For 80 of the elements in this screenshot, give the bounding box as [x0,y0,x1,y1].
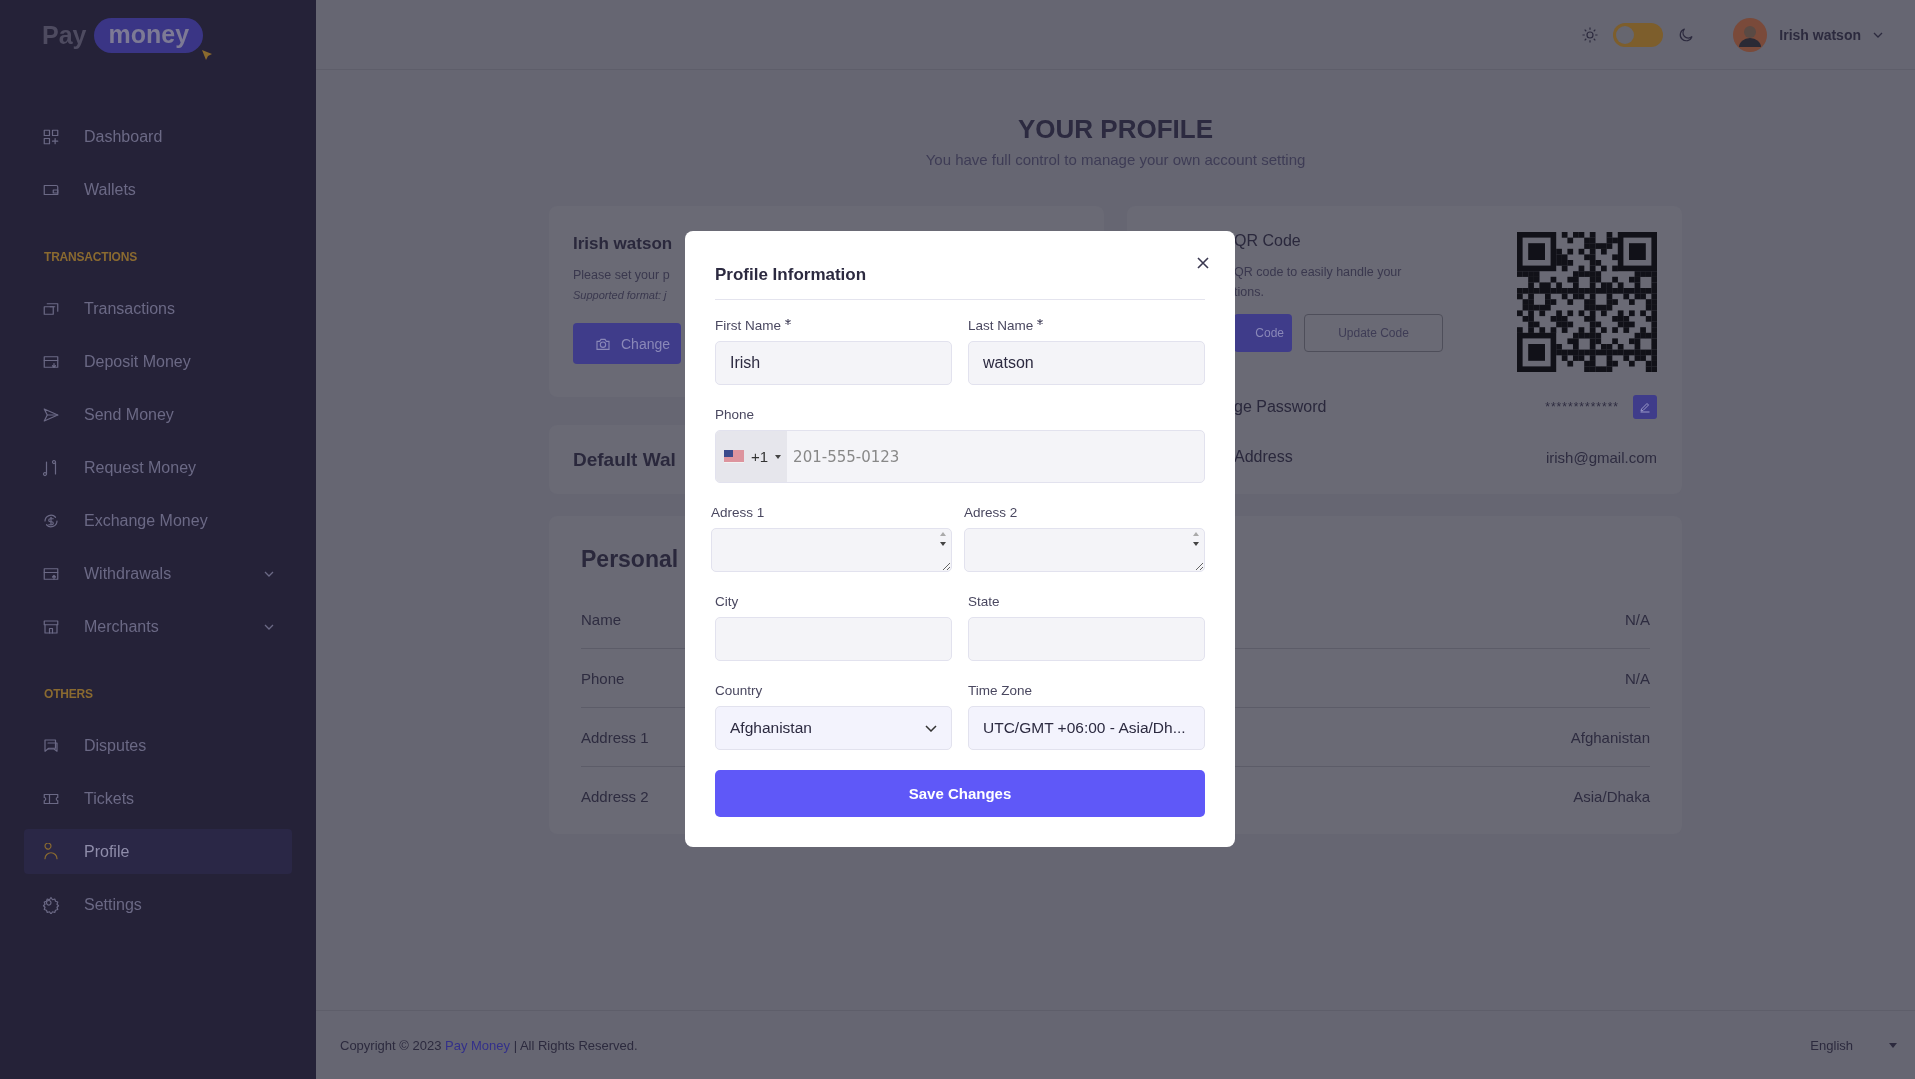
close-icon[interactable] [1197,257,1209,269]
theme-toggle[interactable] [1613,22,1664,47]
info-label: Address 2 [581,787,649,805]
sidebar-item[interactable]: Disputes [24,723,292,768]
field-label: Adress 1 [711,505,765,520]
required-asterisk-icon [1037,319,1044,325]
section-heading: OTHERS [44,687,94,701]
sidebar-item[interactable]: Exchange Money [24,498,292,543]
info-value: Afghanistan [1570,728,1650,746]
sidebar-item[interactable]: Deposit Money [24,339,292,384]
user-icon [42,842,60,861]
gear-icon [42,895,60,914]
sidebar-item[interactable]: Transactions [24,286,292,331]
paper-plane-icon [42,405,60,424]
field-label: First Name [715,318,781,333]
logo-badge: money [94,18,204,53]
info-value: Asia/Dhaka [1573,787,1650,805]
field-label: Country [715,683,763,698]
field-label: State [968,594,1000,609]
save-changes-button[interactable]: Save Changes [715,770,1205,817]
field-label: Phone [715,407,755,422]
address-textarea[interactable] [964,528,1205,572]
caret-icon [775,454,782,459]
grid-icon [42,127,60,146]
required-asterisk-icon [785,319,791,325]
card-title: QR Code [1234,232,1301,250]
section-heading: TRANSACTIONS [44,250,138,264]
chevron-down-icon [264,570,274,577]
caret-icon [1889,1042,1897,1048]
store-icon [42,617,60,636]
user-name[interactable]: Irish watson [1779,26,1861,43]
card-title: Personal [581,546,679,573]
country-select[interactable]: Afghanistan [715,706,952,750]
sun-icon [1581,25,1600,44]
profile-name: Irish watson [573,234,673,254]
info-value: N/A [1625,669,1650,687]
text-field[interactable] [715,617,952,661]
field-label: Last Name [968,318,1034,333]
setting-label: ge Password [1234,398,1327,416]
cursor-icon [201,49,214,61]
phone-field[interactable]: +1 201-555-0123 [715,430,1205,483]
info-label: Phone [581,669,625,687]
change-photo-button[interactable]: Change [573,323,681,364]
setting-label: Address [1234,448,1293,466]
email-value: irish@gmail.com [1545,448,1657,466]
chevron-down-icon [264,623,274,630]
sidebar-item[interactable]: Wallets [24,167,292,212]
info-label: Name [581,610,621,628]
field-label: City [715,594,739,609]
dialog-title: Profile Information [715,265,867,285]
edit-button[interactable] [1633,395,1657,419]
code-button[interactable]: Code [1234,314,1292,352]
sidebar-item[interactable]: Settings [24,882,292,927]
field-label: Adress 2 [964,505,1018,520]
field-label: Time Zone [968,683,1033,698]
sidebar-item[interactable]: Dashboard [24,114,292,159]
chevron-down-icon [925,724,937,732]
password-mask: ************* [1545,400,1619,414]
text-field[interactable]: watson [968,341,1205,385]
page-title: YOUR PROFILE [1017,114,1214,145]
info-label: Address 1 [581,728,649,746]
sidebar-item[interactable]: Tickets [24,776,292,821]
address-textarea[interactable] [711,528,952,572]
text-field[interactable] [968,617,1205,661]
flag-icon [724,450,744,463]
sidebar-item[interactable]: Withdrawals [24,551,292,596]
text-field[interactable]: Irish [715,341,952,385]
sidebar-item[interactable]: Profile [24,829,292,874]
sidebar-item[interactable]: Request Money [24,445,292,490]
chevron-down-icon[interactable] [1873,31,1883,38]
card-title: Default Wal [573,448,676,471]
avatar-icon[interactable] [1733,17,1768,52]
country-code-select[interactable]: +1 [716,431,788,482]
chat-icon [42,736,60,755]
pencil-icon [1639,401,1651,413]
language-select[interactable]: English [1810,1037,1897,1053]
sidebar-item[interactable]: Merchants [24,604,292,649]
sidebar-item[interactable]: Send Money [24,392,292,437]
timezone-select[interactable]: UTC/GMT +06:00 - Asia/Dh... [968,706,1205,750]
info-value: N/A [1625,610,1650,628]
